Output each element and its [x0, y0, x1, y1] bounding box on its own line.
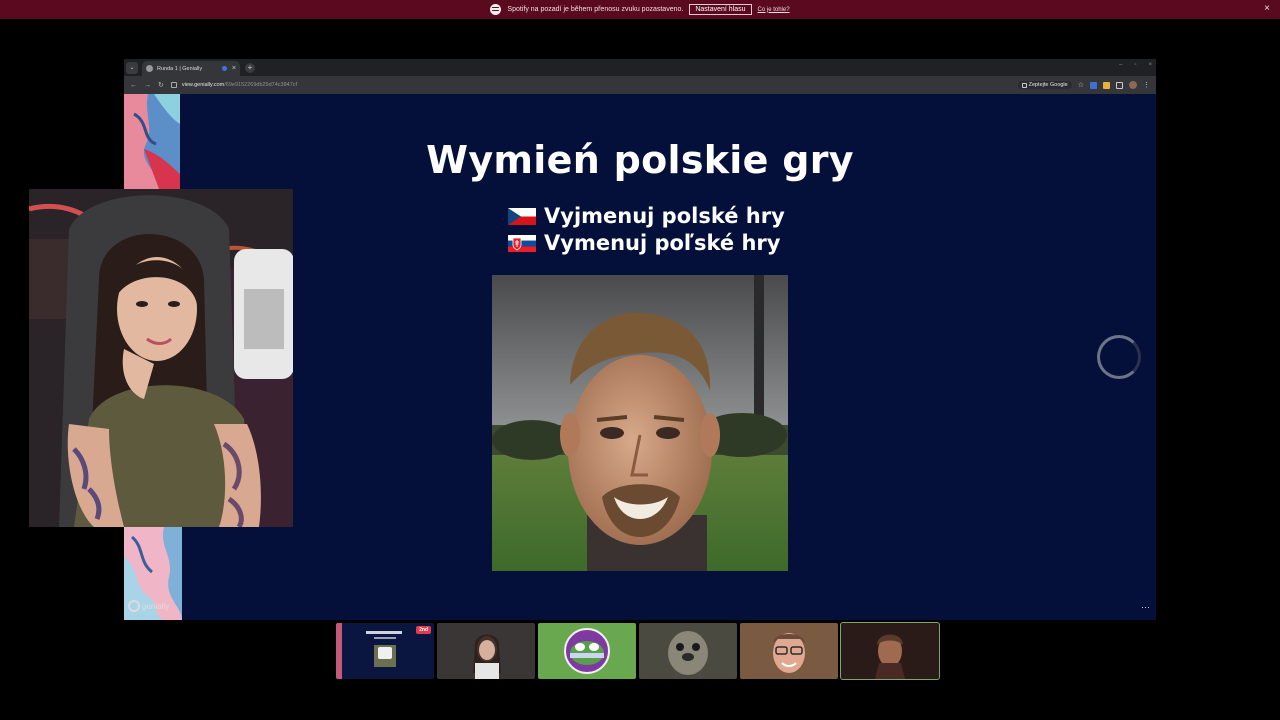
toolbar-right: Zeptejte Google ☆ ⋮	[1017, 81, 1150, 89]
subtitle-slovak: Vymenuj poľské hry	[508, 231, 780, 255]
close-window-button[interactable]: ×	[1148, 62, 1152, 68]
extension-icon[interactable]	[1090, 81, 1097, 89]
url-path: /69e9152269db29d74c3847cf	[224, 82, 298, 88]
tab-bar: ⌄ Runda 1 | Genially × + – ▫ ×	[124, 59, 1156, 76]
extensions-puzzle-icon[interactable]	[1116, 81, 1123, 89]
maximize-button[interactable]: ▫	[1134, 62, 1136, 68]
address-bar: ← → ↻ view.genially.com /69e9152269db29d…	[124, 76, 1156, 94]
thumbnail-participant-man[interactable]	[740, 623, 838, 679]
browser-menu-icon[interactable]: ⋮	[1143, 81, 1150, 89]
voice-settings-button[interactable]: Nastavení hlasu	[689, 4, 752, 15]
seal-image	[639, 623, 737, 679]
profile-avatar[interactable]	[1129, 81, 1137, 89]
man-glasses-image	[740, 623, 838, 679]
brand-label: genially	[142, 601, 170, 611]
notification-message: Spotify na pozadí je během přenosu zvuku…	[507, 6, 684, 13]
minimize-button[interactable]: –	[1119, 62, 1122, 68]
reload-icon[interactable]: ↻	[158, 81, 164, 89]
thumbnail-slide-preview[interactable]: 2nd	[336, 623, 434, 679]
thumbnail-participant-character[interactable]	[840, 622, 940, 680]
participant-strip: 2nd	[336, 622, 940, 680]
subtitle-czech-text: Vyjmenuj polské hry	[544, 204, 785, 228]
tab-search-icon[interactable]: ⌄	[126, 61, 138, 74]
back-icon[interactable]: ←	[130, 82, 137, 89]
czech-flag-icon	[508, 207, 536, 225]
genially-brand[interactable]: genially	[128, 600, 169, 612]
ask-google-button[interactable]: Zeptejte Google	[1017, 81, 1072, 89]
more-options-icon[interactable]: ⋯	[1141, 602, 1150, 613]
url-host: view.genially.com	[181, 82, 225, 88]
rank-badge: 2nd	[416, 626, 431, 634]
thumbnail-participant-seal[interactable]	[639, 623, 737, 679]
ask-google-label: Zeptejte Google	[1028, 82, 1068, 88]
genially-favicon-icon	[146, 65, 153, 72]
tab-title: Runda 1 | Genially	[157, 65, 203, 72]
extension-icon[interactable]	[1103, 81, 1110, 89]
game-character-image	[492, 275, 788, 571]
new-tab-button[interactable]: +	[245, 62, 255, 73]
tab-close-icon[interactable]: ×	[232, 65, 236, 72]
subtitle-czech: Vyjmenuj polské hry	[508, 204, 785, 228]
loading-spinner-icon	[1097, 335, 1141, 379]
what-is-this-link[interactable]: Co je tohle?	[758, 7, 790, 13]
spotify-icon	[490, 4, 502, 15]
participant-woman-image	[437, 623, 535, 679]
close-icon[interactable]: ×	[1264, 3, 1270, 14]
spotify-notification-bar: Spotify na pozadí je během přenosu zvuku…	[0, 0, 1280, 19]
thumbnail-participant-woman[interactable]	[437, 623, 535, 679]
lens-icon	[1021, 82, 1027, 88]
stream-stage: Spotify na pozadí je během přenosu zvuku…	[0, 0, 1280, 720]
subtitle-slovak-text: Vymenuj poľské hry	[544, 231, 781, 255]
forward-icon[interactable]: →	[144, 82, 151, 89]
slide-title: Wymień polskie gry	[426, 138, 854, 182]
streamer-webcam	[29, 189, 293, 527]
bookmark-star-icon[interactable]: ☆	[1078, 81, 1084, 89]
tab-genially[interactable]: Runda 1 | Genially ×	[142, 61, 240, 76]
slovak-flag-icon	[508, 234, 536, 252]
audio-indicator-icon	[221, 66, 227, 71]
frog-avatar-image	[538, 623, 636, 679]
thumbnail-participant-frog[interactable]	[538, 623, 636, 679]
genially-logo-icon	[128, 600, 140, 612]
url-field[interactable]: view.genially.com /69e9152269db29d74c384…	[170, 79, 1018, 91]
window-controls: – ▫ ×	[1119, 62, 1152, 68]
character-image	[841, 623, 939, 679]
site-info-icon[interactable]	[170, 82, 177, 88]
